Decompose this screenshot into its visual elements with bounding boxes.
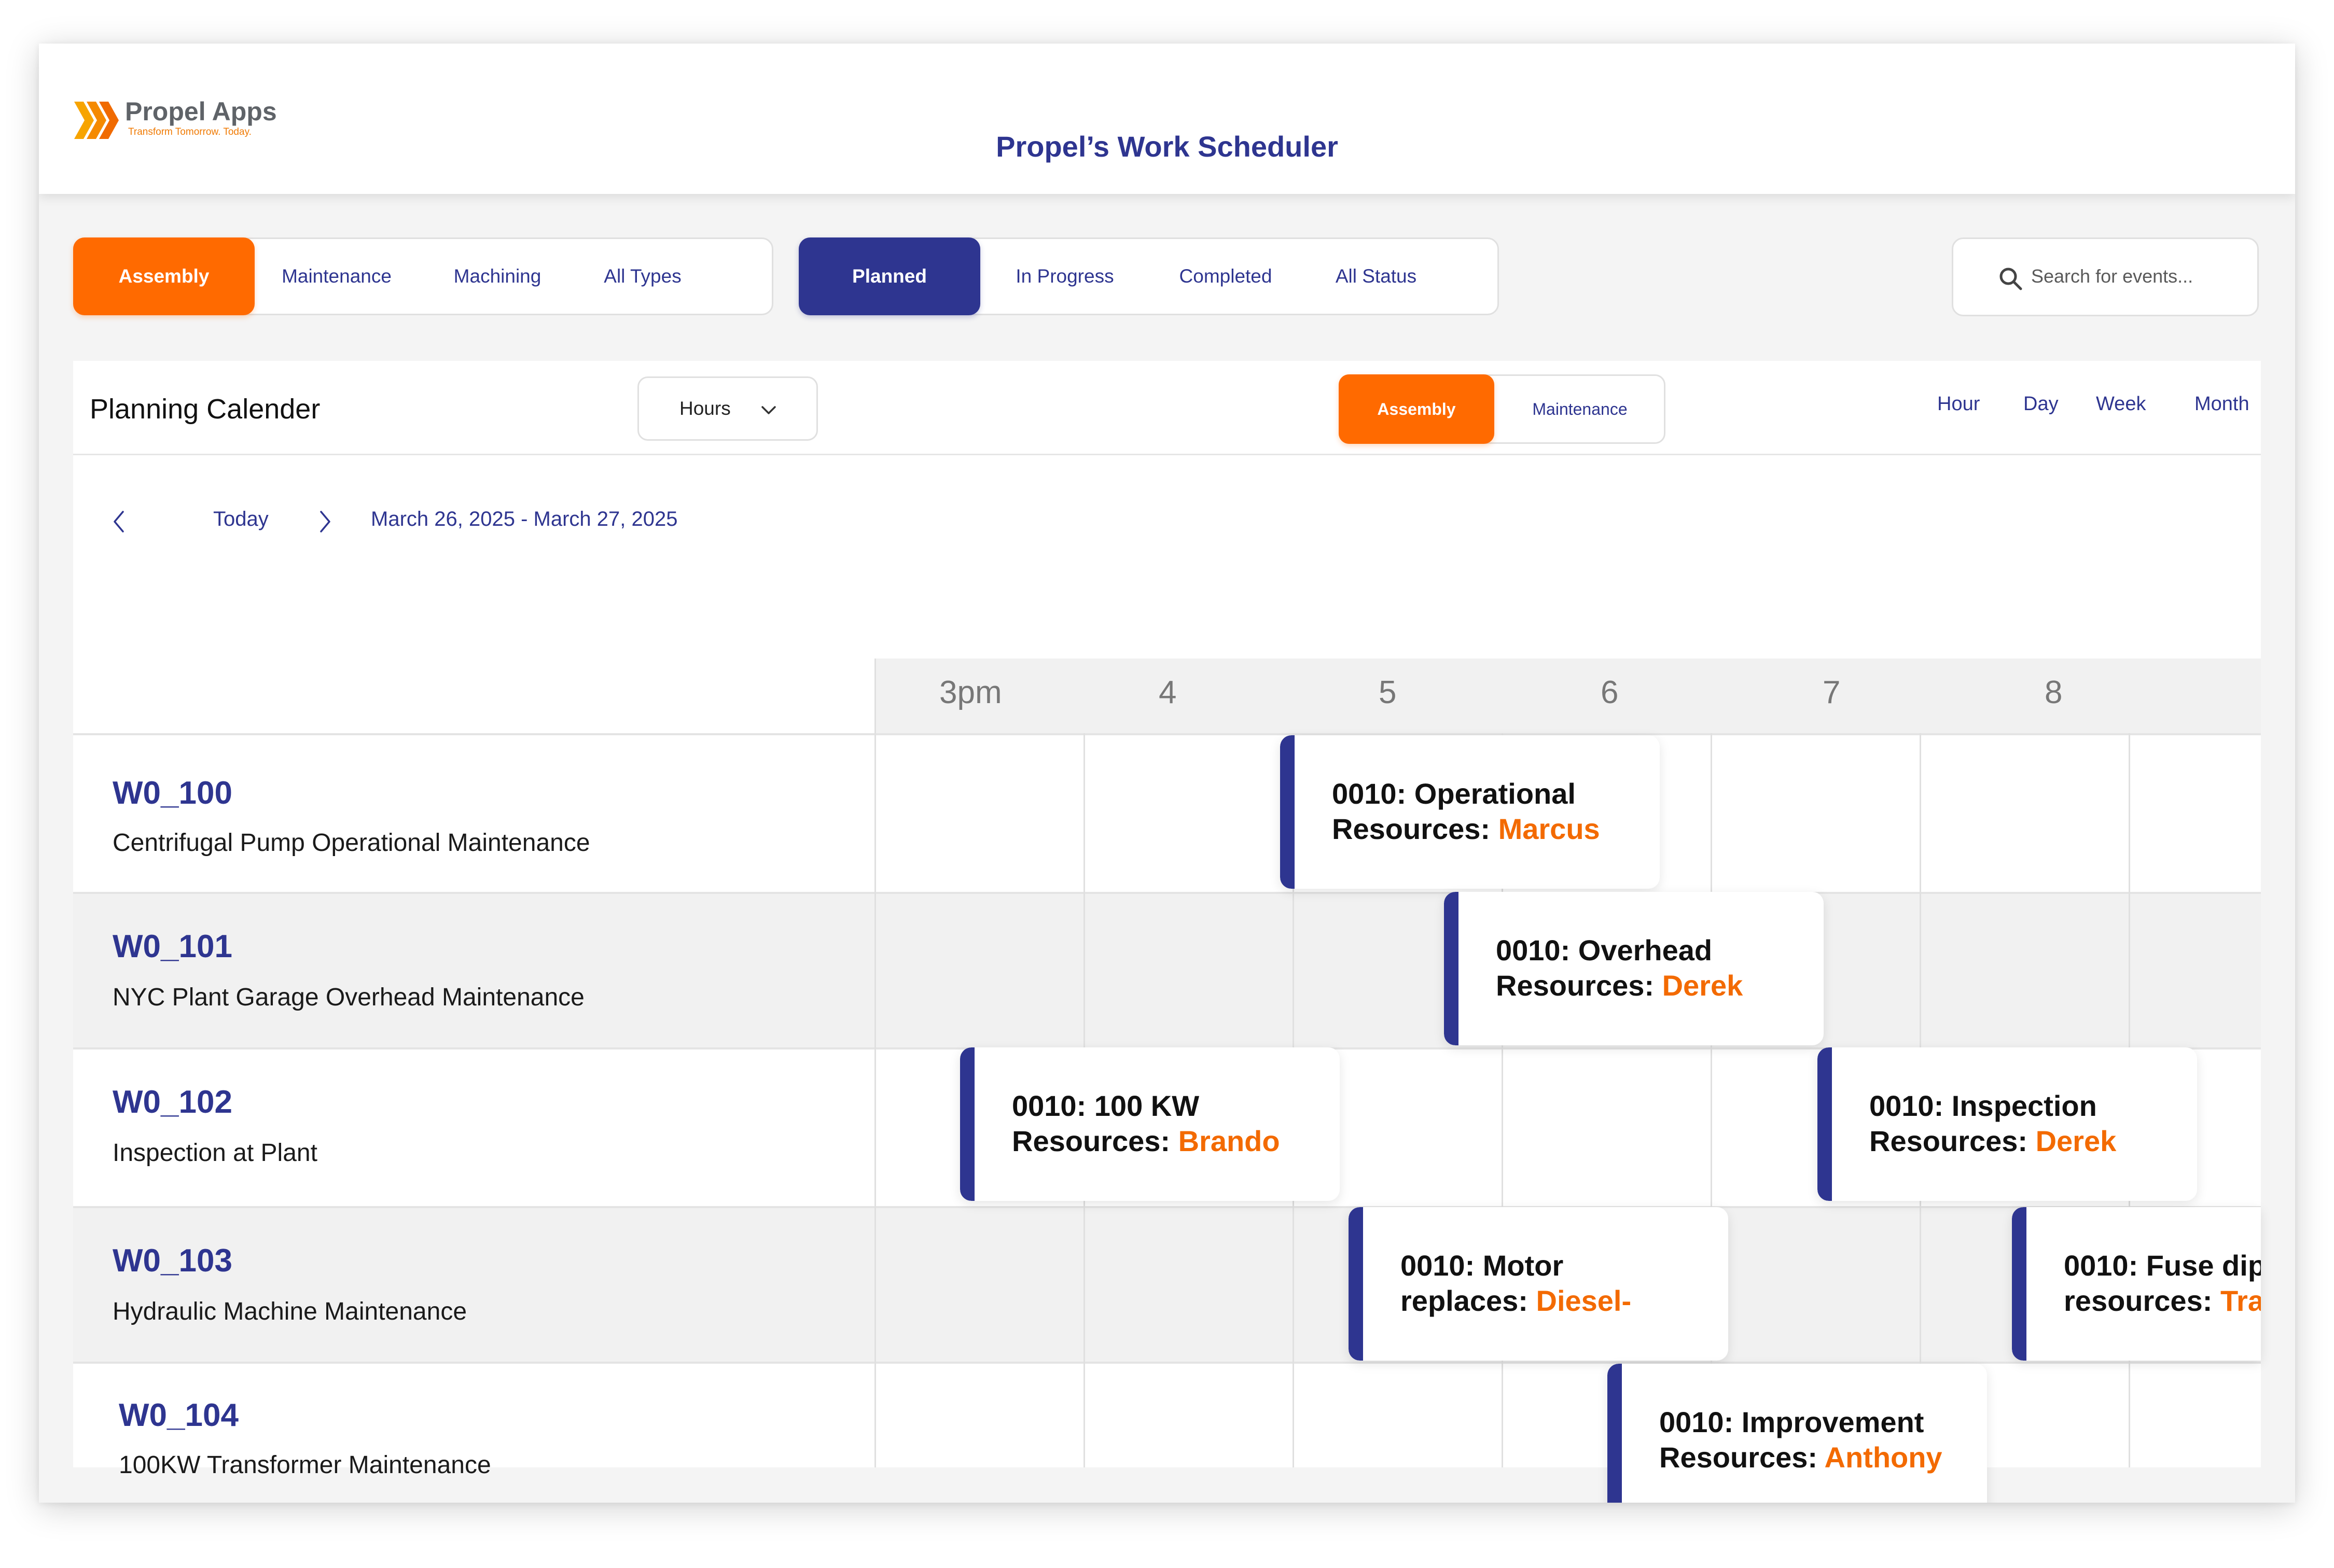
filter-completed-button[interactable]: Completed (1158, 237, 1293, 315)
planning-calendar-panel: Planning Calender Hours Assembly Mainten… (73, 361, 2261, 1503)
work-order-description: Hydraulic Machine Maintenance (113, 1298, 467, 1325)
event-accent-bar (960, 1047, 975, 1201)
date-navigation: Today March 26, 2025 - March 27, 2025 (73, 457, 2261, 533)
event-resource-name: Diesel- (1536, 1284, 1632, 1317)
table-row[interactable]: W0_101 NYC Plant Garage Overhead Mainten… (73, 892, 2261, 1047)
view-day-tab[interactable]: Day (2023, 393, 2059, 415)
event-resource-label: Resources: (1012, 1125, 1171, 1157)
work-order-id[interactable]: W0_104 (119, 1397, 239, 1434)
search-input[interactable] (2031, 261, 2239, 292)
table-row[interactable]: W0_100 Centrifugal Pump Operational Main… (73, 733, 2261, 892)
event-resource-line: Resources: Derek (1869, 1124, 2116, 1158)
chevron-right-icon[interactable] (316, 509, 335, 535)
event-resource-line: Resources: Marcus (1332, 812, 1600, 846)
event-resource-label: Resources: (1659, 1441, 1818, 1474)
event-title: 0010: Improvement (1659, 1406, 1924, 1438)
toggle-maintenance-button[interactable]: Maintenance (1494, 374, 1665, 444)
event-accent-bar (1349, 1207, 1363, 1361)
event-resource-name: Tra (2220, 1284, 2261, 1317)
event-resource-label: Resources: (1332, 813, 1491, 845)
calendar-title: Planning Calender (90, 394, 321, 425)
hour-header: 3pm 4 5 6 7 8 (874, 659, 2261, 733)
app-header: Propel Apps Transform Tomorrow. Today. P… (39, 44, 2295, 194)
event-accent-bar (1444, 892, 1458, 1045)
filter-assembly-button[interactable]: Assembly (73, 237, 255, 315)
event-resource-name: Derek (2035, 1125, 2117, 1157)
event-resource-name: Brando (1178, 1125, 1280, 1157)
app-window: Propel Apps Transform Tomorrow. Today. P… (39, 44, 2295, 1503)
table-row[interactable]: W0_103 Hydraulic Machine Maintenance (73, 1206, 2261, 1362)
filter-machining-button[interactable]: Machining (417, 237, 578, 315)
event-resource-name: Marcus (1498, 813, 1600, 845)
screenshot-canvas: Propel Apps Transform Tomorrow. Today. P… (0, 0, 2334, 1568)
event-resource-line: replaces: Diesel- (1400, 1284, 1631, 1318)
event-accent-bar (1280, 735, 1295, 889)
date-range-label: March 26, 2025 - March 27, 2025 (371, 508, 678, 530)
page-title: Propel’s Work Scheduler (996, 130, 1338, 163)
view-hour-tab[interactable]: Hour (1937, 393, 1980, 415)
work-order-description: Inspection at Plant (113, 1139, 317, 1167)
hour-label: 8 (2045, 675, 2063, 710)
event-title: 0010: Fuse dip (2064, 1249, 2261, 1282)
calendar-toolbar: Planning Calender Hours Assembly Mainten… (73, 361, 2261, 455)
event-accent-bar (1817, 1047, 1832, 1201)
event-title: 0010: Inspection (1869, 1089, 2097, 1122)
work-order-id[interactable]: W0_101 (113, 928, 232, 965)
event-card[interactable]: 0010: Overhead Resources: Derek (1444, 892, 1824, 1045)
today-button[interactable]: Today (213, 508, 269, 531)
work-order-id[interactable]: W0_102 (113, 1084, 232, 1121)
grid-divider (874, 659, 876, 1467)
work-order-description: Centrifugal Pump Operational Maintenance (113, 829, 590, 857)
event-resource-line: Resources: Anthony (1659, 1440, 1942, 1474)
search-icon (1999, 268, 2022, 290)
filter-maintenance-button[interactable]: Maintenance (256, 237, 417, 315)
event-accent-bar (1607, 1364, 1622, 1503)
event-resource-name: Derek (1662, 969, 1743, 1002)
work-order-description: 100KW Transformer Maintenance (119, 1451, 491, 1479)
event-card[interactable]: 0010: Motor replaces: Diesel- (1349, 1207, 1728, 1361)
chevron-left-icon[interactable] (109, 509, 128, 535)
event-resource-line: Resources: Derek (1496, 969, 1743, 1002)
status-filter-group: Planned In Progress Completed All Status (799, 237, 1499, 315)
resource-type-toggle: Assembly Maintenance (1339, 374, 1665, 444)
event-resource-label: Resources: (1496, 969, 1655, 1002)
hour-label: 3pm (939, 675, 1002, 710)
view-month-tab[interactable]: Month (2194, 393, 2249, 415)
hour-label: 4 (1159, 675, 1177, 710)
hour-label: 7 (1823, 675, 1841, 710)
event-accent-bar (2012, 1207, 2026, 1361)
work-order-id[interactable]: W0_103 (113, 1242, 232, 1279)
chevron-down-icon (761, 406, 776, 414)
work-order-id[interactable]: W0_100 (113, 775, 232, 811)
event-resource-label: replaces: (1400, 1284, 1528, 1317)
event-resource-line: Resources: Brando (1012, 1124, 1280, 1158)
event-title: 0010: Overhead (1496, 934, 1713, 967)
event-title: 0010: 100 KW (1012, 1089, 1200, 1122)
event-resource-line: resources: Tra (2064, 1284, 2261, 1318)
time-scale-select[interactable]: Hours (637, 376, 818, 441)
hour-label: 6 (1601, 675, 1619, 710)
event-card[interactable]: 0010: Improvement Resources: Anthony (1607, 1364, 1987, 1503)
toggle-assembly-button[interactable]: Assembly (1339, 374, 1494, 444)
event-card[interactable]: 0010: Inspection Resources: Derek (1817, 1047, 2197, 1201)
filter-all-types-button[interactable]: All Types (578, 237, 707, 315)
brand-name: Propel Apps (125, 97, 277, 126)
filter-in-progress-button[interactable]: In Progress (997, 237, 1132, 315)
hour-label: 5 (1379, 675, 1397, 710)
view-week-tab[interactable]: Week (2096, 393, 2146, 415)
filter-all-status-button[interactable]: All Status (1314, 237, 1438, 315)
work-order-description: NYC Plant Garage Overhead Maintenance (113, 984, 585, 1011)
event-resource-name: Anthony (1824, 1441, 1942, 1474)
type-filter-group: Assembly Maintenance Machining All Types (73, 237, 773, 315)
time-scale-value: Hours (679, 398, 731, 419)
event-title: 0010: Operational (1332, 777, 1576, 810)
event-resource-label: Resources: (1869, 1125, 2028, 1157)
event-card[interactable]: 0010: Operational Resources: Marcus (1280, 735, 1660, 889)
event-title: 0010: Motor (1400, 1249, 1564, 1282)
event-resource-label: resources: (2064, 1284, 2213, 1317)
event-card[interactable]: 0010: 100 KW Resources: Brando (960, 1047, 1340, 1201)
filter-planned-button[interactable]: Planned (799, 237, 980, 315)
search-box[interactable] (1952, 237, 2259, 316)
event-card[interactable]: 0010: Fuse dip resources: Tra (2012, 1207, 2261, 1361)
